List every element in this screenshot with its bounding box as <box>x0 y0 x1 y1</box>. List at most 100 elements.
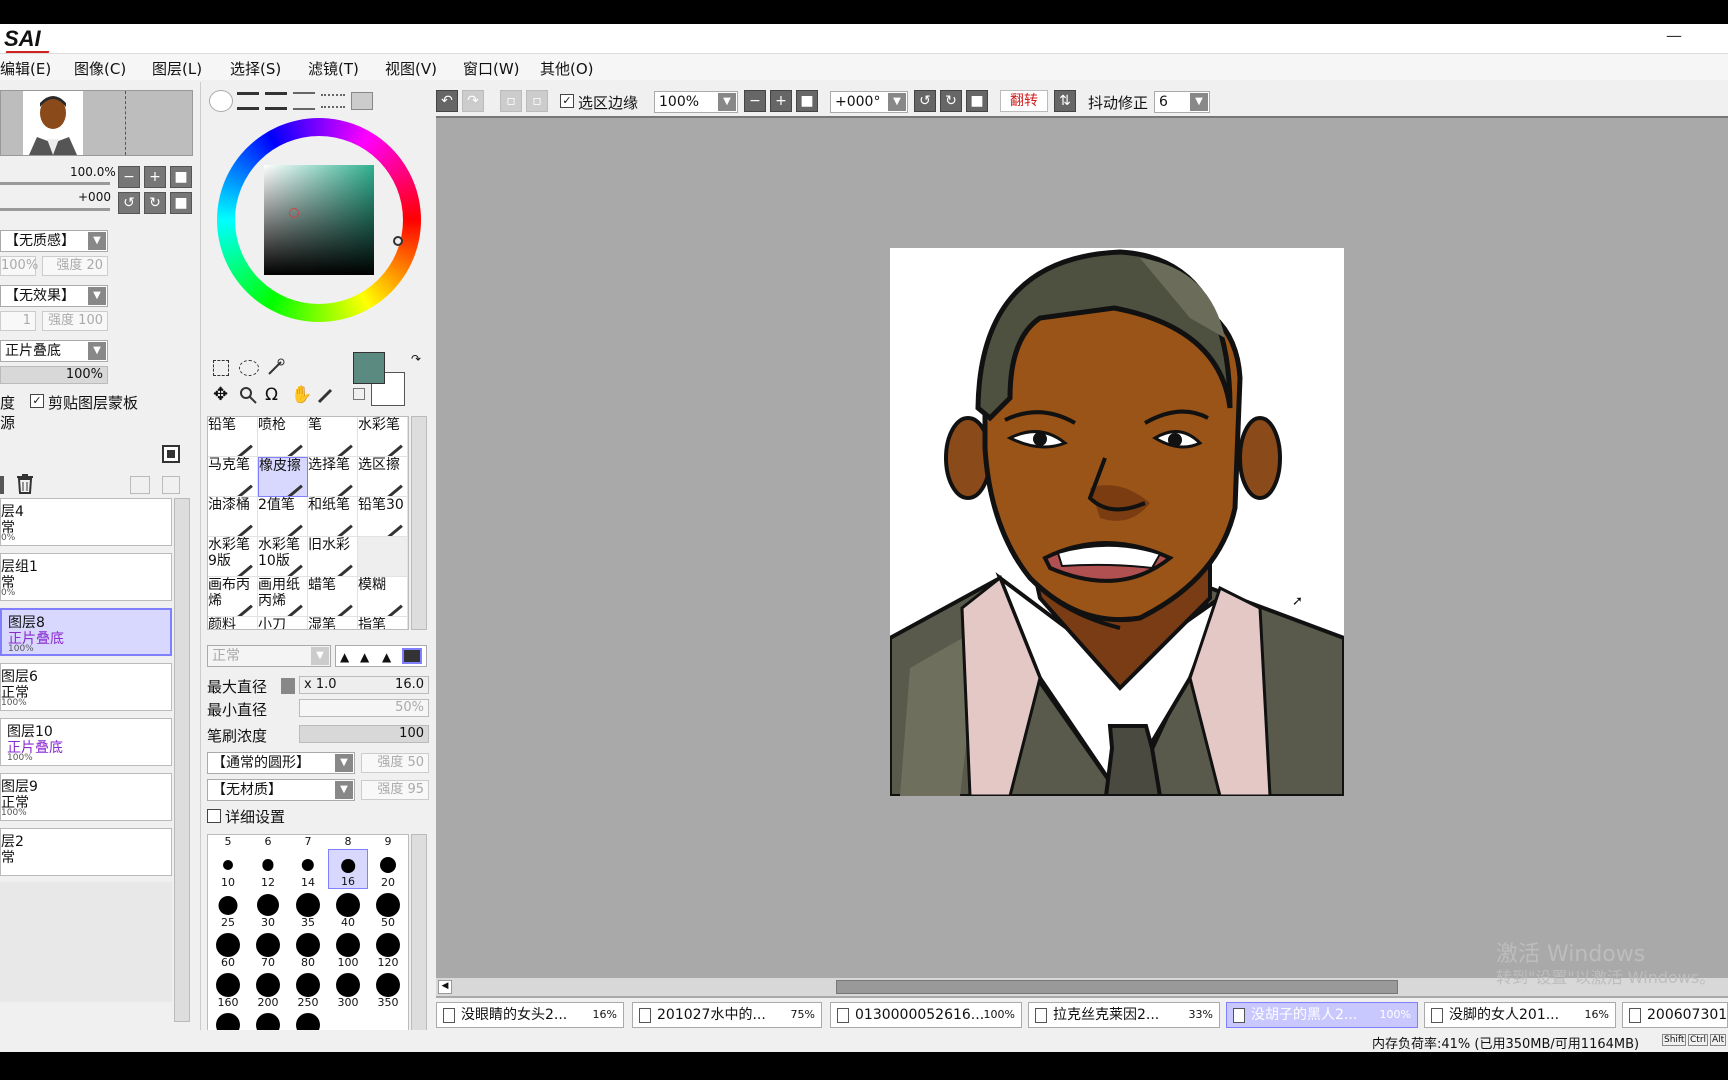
navigator-preview[interactable] <box>0 90 193 156</box>
density-slider[interactable]: 100 <box>299 725 429 743</box>
brush-size-300[interactable]: 300 <box>328 969 368 1009</box>
menu-edit[interactable]: 编辑(E) <box>0 58 51 79</box>
tool-select-eraser[interactable]: 选区擦 <box>358 457 408 497</box>
tool-knife[interactable]: 小刀 <box>258 617 308 629</box>
eyedropper-icon[interactable] <box>317 386 335 404</box>
brush-shape-strength[interactable]: 强度 50 <box>361 753 429 773</box>
brush-size-80[interactable]: 80 <box>288 929 328 969</box>
tool-marker[interactable]: 马克笔 <box>208 457 258 497</box>
menu-select[interactable]: 选择(S) <box>230 58 281 79</box>
layer-effect-select[interactable]: 【无效果】 ▼ <box>0 285 108 307</box>
menu-image[interactable]: 图像(C) <box>74 58 126 79</box>
blend-mode-select[interactable]: 正片叠底 ▼ <box>0 340 108 362</box>
brush-size-60[interactable]: 60 <box>208 929 248 969</box>
layer-opacity-slider[interactable]: 100% <box>0 366 108 384</box>
rgb-slider-tab-icon[interactable] <box>237 92 259 110</box>
swatches-tab-icon[interactable] <box>321 94 345 108</box>
tool-pencil30[interactable]: 铅笔30 <box>358 497 408 537</box>
brush-mode-select[interactable]: 正常 ▼ <box>207 645 331 667</box>
merge-down-icon[interactable] <box>130 476 150 494</box>
max-size-slider[interactable]: x 1.0 16.0 <box>299 676 429 694</box>
canvas-page[interactable] <box>890 248 1344 796</box>
brush-size-160[interactable]: 160 <box>208 969 248 1009</box>
new-layer-icon[interactable] <box>0 476 4 494</box>
brush-size-25[interactable]: 25 <box>208 889 248 929</box>
rotate-left-toolbar-button[interactable]: ↺ <box>914 90 936 112</box>
edge-medium-icon[interactable]: ▲ <box>360 650 369 664</box>
brush-size-10[interactable]: 10 <box>208 849 248 889</box>
rotate-tool-icon[interactable]: Ω <box>265 386 283 404</box>
tool-bucket[interactable]: 油漆桶 <box>208 497 258 537</box>
deselect-icon[interactable]: ▫ <box>500 90 522 112</box>
magic-wand-icon[interactable] <box>267 358 285 376</box>
size-lock-icon[interactable] <box>281 678 295 694</box>
zoom-reset-toolbar-button[interactable]: ■ <box>796 90 818 112</box>
zoom-slider[interactable] <box>0 182 110 185</box>
document-tab[interactable]: 0130000052616... 100% <box>830 1002 1022 1028</box>
document-tab[interactable]: 拉克丝克莱因2... 33% <box>1028 1002 1220 1028</box>
tool-watercolor9[interactable]: 水彩笔9版 <box>208 537 258 577</box>
document-tab[interactable]: 20060730121 <box>1622 1002 1728 1028</box>
menu-window[interactable]: 窗口(W) <box>463 58 520 79</box>
brush-size-250[interactable]: 250 <box>288 969 328 1009</box>
canvas-zoom-select[interactable]: 100% ▼ <box>654 91 738 113</box>
menu-view[interactable]: 视图(V) <box>385 58 437 79</box>
brush-texture-select[interactable]: 【无材质】 ▼ <box>207 779 355 801</box>
rotate-right-toolbar-button[interactable]: ↻ <box>940 90 962 112</box>
brush-size-70[interactable]: 70 <box>248 929 288 969</box>
clipping-checkbox[interactable]: ✓ <box>30 394 44 408</box>
texture-strength-field[interactable]: 强度 20 <box>42 256 108 276</box>
zoom-in-toolbar-button[interactable]: + <box>770 90 792 112</box>
scratchpad-tab-icon[interactable] <box>351 92 373 110</box>
menu-filter[interactable]: 滤镜(T) <box>308 58 359 79</box>
lasso-icon[interactable] <box>239 360 259 376</box>
flip-button[interactable]: 翻转 <box>1000 90 1048 112</box>
brush-size-50[interactable]: 50 <box>368 889 408 929</box>
brush-texture-strength[interactable]: 强度 95 <box>361 780 429 800</box>
brush-edge-hardness[interactable]: ▲ ▲ ▲ <box>335 645 427 667</box>
tool-watercolor[interactable]: 水彩笔 <box>358 417 408 457</box>
color-wheel-tab-icon[interactable] <box>209 90 233 112</box>
tool-old-watercolor[interactable]: 旧水彩 <box>308 537 358 577</box>
mixer-tab-icon[interactable] <box>293 92 315 110</box>
layer-item[interactable]: 图层9 正常 100% <box>0 773 172 821</box>
stabilizer-select[interactable]: 6 ▼ <box>1154 91 1210 113</box>
edge-soft-icon[interactable]: ▲ <box>340 650 349 664</box>
saturation-value-square[interactable] <box>264 165 374 275</box>
hand-tool-icon[interactable]: ✋ <box>291 386 312 404</box>
layer-item[interactable]: 层4 常 0% <box>0 498 172 546</box>
tool-finger[interactable]: 指笔 <box>358 617 408 629</box>
brush-size-14[interactable]: 14 <box>288 849 328 889</box>
document-tab[interactable]: 没脚的女人201... 16% <box>1424 1002 1616 1028</box>
rotate-left-button[interactable]: ↺ <box>118 192 140 214</box>
zoom-in-button[interactable]: + <box>144 166 166 188</box>
canvas-area[interactable]: ➚ ◀ 激活 Windows 转到"设置"以激活 Windows。 <box>436 116 1728 998</box>
effect-strength-field[interactable]: 强度 100 <box>42 311 108 331</box>
angle-slider[interactable] <box>0 208 110 211</box>
tool-airbrush[interactable]: 喷枪 <box>258 417 308 457</box>
menu-layer[interactable]: 图层(L) <box>152 58 202 79</box>
scroll-left-icon[interactable]: ◀ <box>438 980 452 994</box>
brush-size-100[interactable]: 100 <box>328 929 368 969</box>
move-icon[interactable]: ✥ <box>213 386 231 404</box>
brush-size-scrollbar[interactable] <box>411 834 427 1048</box>
layer-mask-icon[interactable] <box>162 445 180 463</box>
layer-texture-select[interactable]: 【无质感】 ▼ <box>0 230 108 252</box>
layer-item[interactable]: 图层6 正常 100% <box>0 663 172 711</box>
canvas-hscroll-thumb[interactable] <box>836 980 1398 994</box>
tool-wet-pen[interactable]: 湿笔 <box>308 617 358 629</box>
undo-icon[interactable]: ↶ <box>436 90 458 112</box>
minimize-button[interactable]: — <box>1666 26 1682 45</box>
brush-size-35[interactable]: 35 <box>288 889 328 929</box>
flip-vertical-icon[interactable]: ⇅ <box>1054 90 1076 112</box>
tool-washi-pen[interactable]: 和纸笔 <box>308 497 358 537</box>
edge-hard-icon[interactable]: ▲ <box>382 650 391 664</box>
tool-canvas-acrylic[interactable]: 画布丙烯 <box>208 577 258 617</box>
brush-size-20[interactable]: 20 <box>368 849 408 889</box>
tool-brush[interactable]: 笔 <box>308 417 358 457</box>
brush-size-40[interactable]: 40 <box>328 889 368 929</box>
layer-item-selected[interactable]: 图层8 正片叠底 100% <box>0 608 172 656</box>
layer-list-scrollbar[interactable] <box>174 498 190 1022</box>
layer-group-item[interactable]: 层组1 常 0% <box>0 553 172 601</box>
rotate-right-button[interactable]: ↻ <box>144 192 166 214</box>
